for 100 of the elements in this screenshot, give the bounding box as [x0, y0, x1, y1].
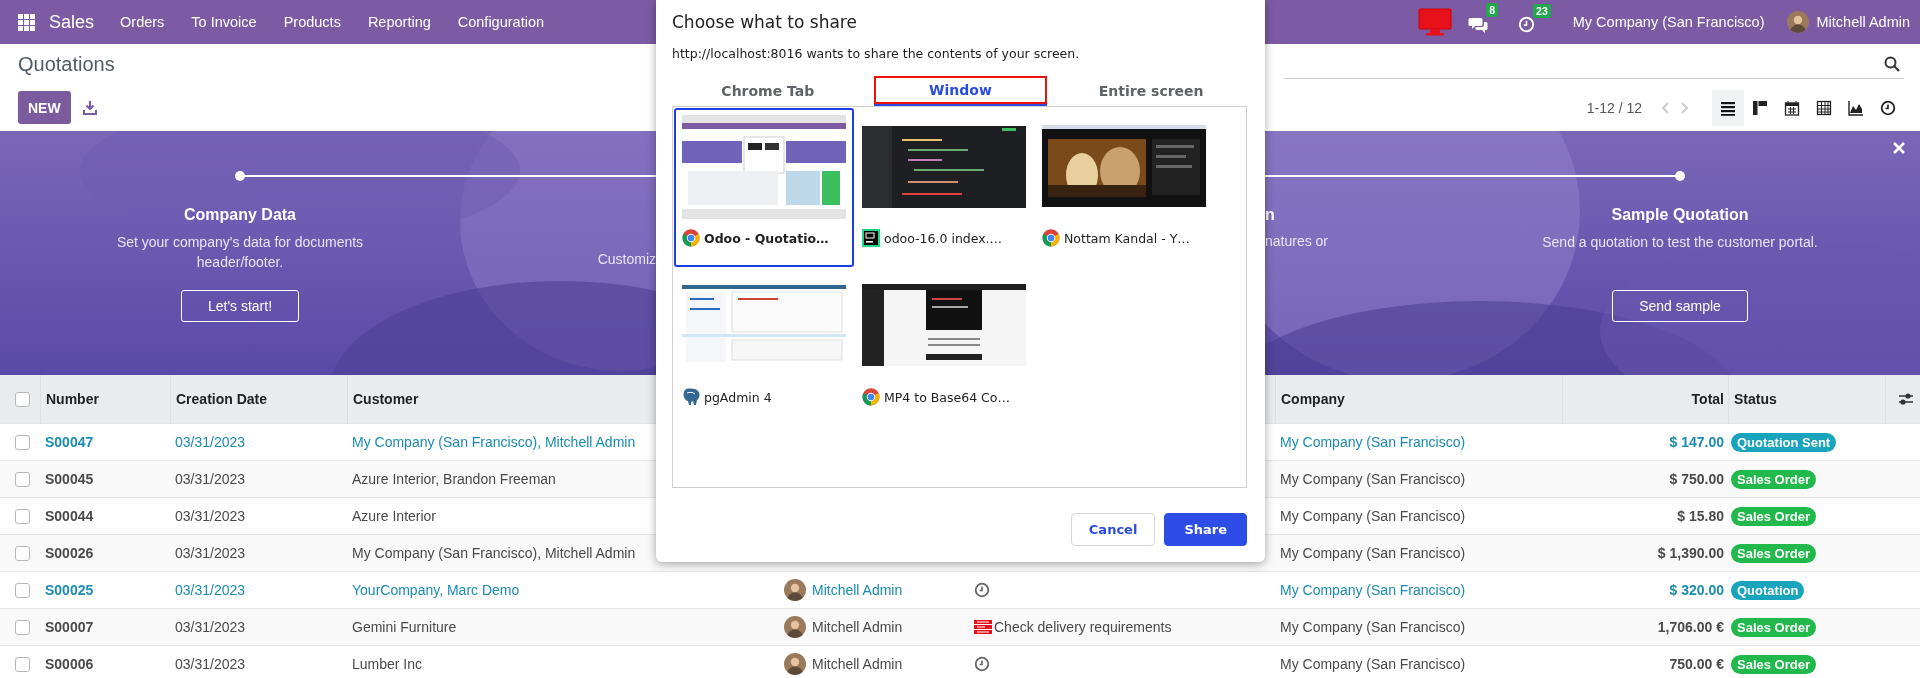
share-button[interactable]: Share [1164, 513, 1247, 546]
window-name: MP4 to Base64 Co… [884, 389, 1010, 405]
new-button[interactable]: NEW [18, 91, 71, 124]
activity-label: Check delivery requirements [994, 619, 1172, 635]
list-view-button[interactable] [1712, 89, 1744, 126]
table-cell: My Company (San Francisco) [1280, 545, 1466, 561]
status-badge: Sales Order [1731, 654, 1816, 674]
table-cell: 03/31/2023 [175, 619, 246, 635]
user-menu[interactable]: Mitchell Admin [1816, 14, 1910, 30]
dialog-title: Choose what to share [672, 12, 858, 34]
avatar-icon [784, 616, 806, 638]
table-cell: My Company (San Francisco) [1280, 619, 1466, 635]
table-cell: 03/31/2023 [175, 471, 246, 487]
checkbox[interactable] [14, 391, 30, 407]
table-cell: 03/31/2023 [175, 656, 246, 672]
status-badge: Quotation Sent [1731, 432, 1837, 452]
table-cell: S00006 [45, 656, 94, 672]
status-badge: Sales Order [1731, 469, 1816, 489]
status-badge: Quotation [1731, 580, 1805, 600]
table-icon[interactable] [1816, 99, 1832, 116]
dialog-message: http://localhost:8016 wants to share the contents of your screen. [672, 46, 1081, 63]
table-cell: S00045 [45, 471, 94, 487]
checkbox[interactable] [14, 619, 30, 635]
area-chart-icon[interactable] [1848, 99, 1864, 116]
table-cell: Gemini Furniture [352, 619, 457, 635]
table-cell: $ 750.00 [1669, 471, 1724, 487]
page-title: Quotations [18, 52, 115, 76]
table-cell: My Company (San Francisco) [1280, 471, 1466, 487]
calendar-icon[interactable] [1784, 99, 1800, 116]
table-cell: S00025 [45, 582, 94, 598]
search-icon[interactable] [1884, 55, 1900, 72]
tab[interactable]: Entire screen [1055, 76, 1247, 106]
browser-logo-icon [862, 388, 880, 406]
elephant-icon [682, 388, 700, 406]
table-cell: Mitchell Admin [812, 582, 903, 598]
checkbox[interactable] [14, 545, 30, 561]
table-cell: 1,706.00 € [1657, 619, 1724, 635]
table-cell: My Company (San Francisco) [1280, 656, 1466, 672]
menu-item[interactable]: To Invoice [191, 14, 257, 30]
status-badge: Sales Order [1731, 617, 1816, 637]
apps-menu-icon[interactable] [18, 13, 35, 31]
window-name: pgAdmin 4 [704, 389, 772, 405]
table-cell: My Company (San Francisco) [1280, 508, 1466, 524]
menu-item[interactable]: Reporting [367, 14, 431, 30]
table-cell: My Company (San Francisco), Mitchell Admin [352, 545, 636, 561]
column-header[interactable]: Status [1734, 391, 1777, 407]
table-cell: My Company (San Francisco) [1280, 582, 1466, 598]
pager-value[interactable]: 1-12 / 12 [1586, 99, 1642, 116]
column-header[interactable]: Creation Date [176, 391, 268, 407]
menu-item[interactable]: Orders [120, 14, 165, 30]
column-header[interactable]: Company [1281, 391, 1345, 407]
avatar-icon [1786, 11, 1809, 33]
table-cell: S00044 [45, 508, 94, 524]
table-cell: 03/31/2023 [175, 434, 246, 450]
status-badge: Sales Order [1731, 506, 1816, 526]
checkbox[interactable] [14, 508, 30, 524]
table-cell: Mitchell Admin [812, 656, 903, 672]
column-header[interactable]: Total [1691, 391, 1724, 407]
table-cell: S00047 [45, 434, 94, 450]
column-header[interactable]: Customer [353, 391, 419, 407]
sliders-icon[interactable] [1897, 392, 1914, 406]
table-cell: 750.00 € [1669, 656, 1724, 672]
table-cell: Lumber Inc [352, 656, 423, 672]
tab[interactable]: Chrome Tab [672, 76, 864, 106]
task-icon[interactable] [974, 620, 992, 634]
count-badge: 23 [1533, 3, 1551, 18]
table-cell: 03/31/2023 [175, 508, 246, 524]
app-name[interactable]: Sales [49, 11, 95, 33]
checkbox[interactable] [14, 471, 30, 487]
avatar-icon [784, 653, 806, 675]
menu-item[interactable]: Products [283, 14, 341, 30]
table-cell: Azure Interior, Brandon Freeman [352, 471, 556, 487]
list-icon[interactable] [1720, 99, 1736, 116]
table-cell: $ 1,390.00 [1657, 545, 1724, 561]
status-badge: Sales Order [1731, 543, 1816, 563]
table-cell: $ 15.80 [1677, 508, 1724, 524]
download-icon[interactable] [82, 100, 97, 115]
table-cell: S00007 [45, 619, 94, 635]
clock-icon[interactable] [1880, 99, 1896, 116]
kanban-icon[interactable] [1752, 99, 1768, 116]
table-cell: My Company (San Francisco), Mitchell Admin [352, 434, 636, 450]
checkbox[interactable] [14, 656, 30, 672]
table-cell: $ 320.00 [1669, 582, 1724, 598]
tab[interactable]: Window [873, 76, 1048, 106]
cancel-button[interactable]: Cancel [1070, 513, 1156, 546]
table-cell: 03/31/2023 [175, 545, 246, 561]
menu-item[interactable]: Configuration [457, 14, 544, 30]
table-cell: Mitchell Admin [812, 619, 903, 635]
avatar-icon [784, 579, 806, 601]
company-switcher[interactable]: My Company (San Francisco) [1572, 14, 1765, 30]
table-cell: My Company (San Francisco) [1280, 434, 1466, 450]
chat-icon[interactable] [1468, 15, 1489, 33]
table-cell: S00026 [45, 545, 94, 561]
table-cell: 03/31/2023 [175, 582, 246, 598]
count-badge: 8 [1486, 3, 1499, 17]
checkbox[interactable] [14, 582, 30, 598]
column-header[interactable]: Number [46, 391, 99, 407]
checkbox[interactable] [14, 434, 30, 450]
table-cell: YourCompany, Marc Demo [352, 582, 520, 598]
table-cell: Azure Interior [352, 508, 437, 524]
